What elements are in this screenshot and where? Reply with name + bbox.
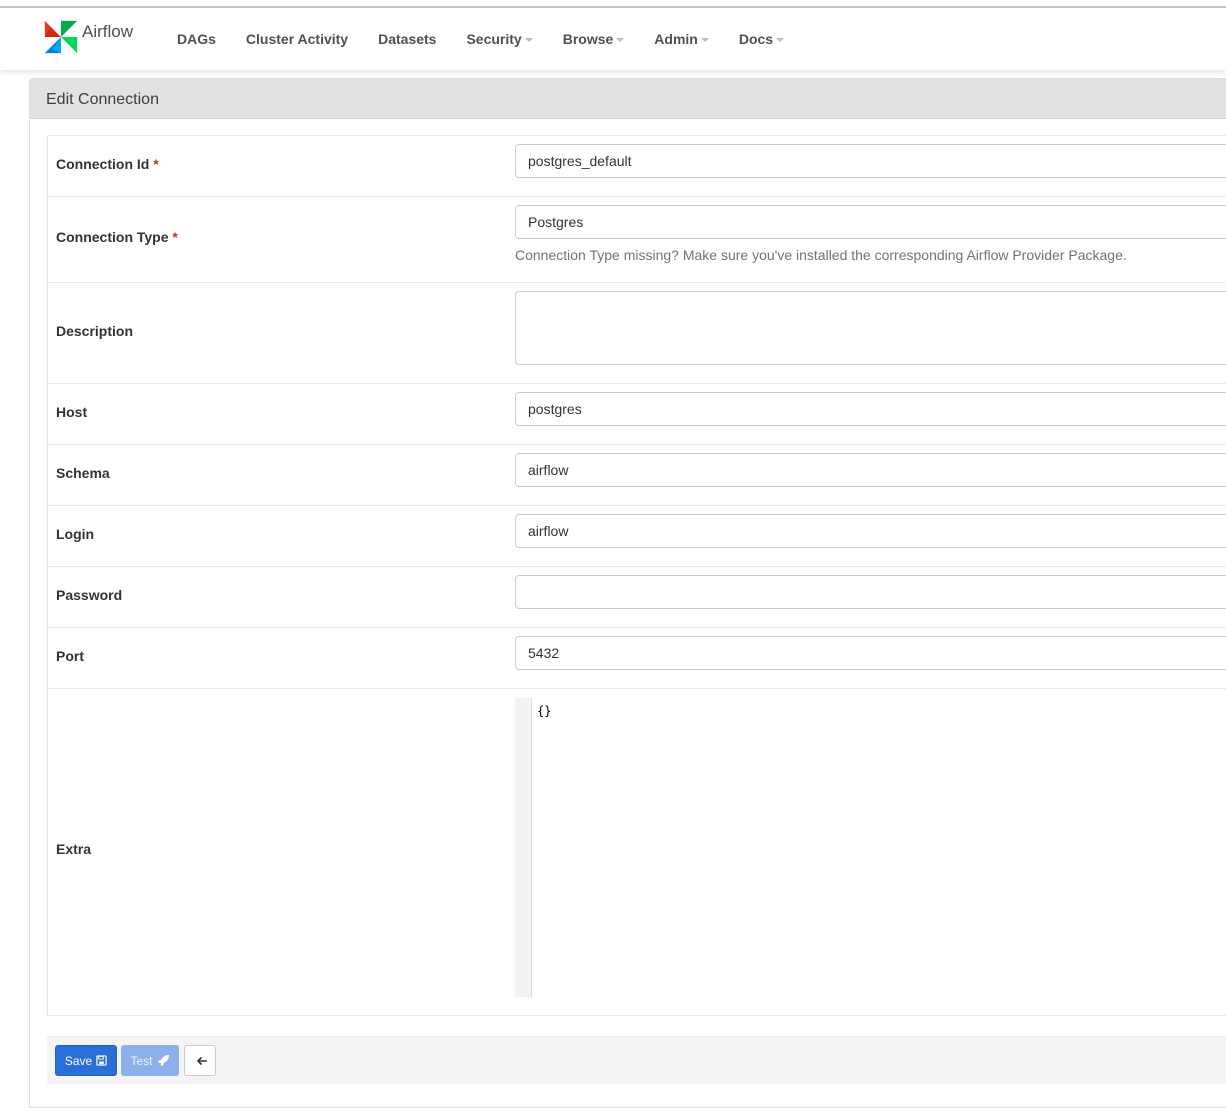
nav-docs-dropdown[interactable]: Docs bbox=[739, 31, 785, 47]
connection-id-label: Connection Id * bbox=[56, 156, 159, 172]
top-navbar: Airflow DAGs Cluster Activity Datasets S… bbox=[0, 8, 1226, 70]
panel-heading: Edit Connection bbox=[30, 79, 1226, 119]
row-connection-id: Connection Id * postgres_default bbox=[48, 136, 1226, 197]
connection-type-help: Connection Type missing? Make sure you'v… bbox=[515, 247, 1127, 263]
login-label: Login bbox=[56, 526, 95, 542]
schema-input[interactable]: airflow bbox=[515, 453, 1226, 487]
host-input[interactable]: postgres bbox=[515, 392, 1226, 426]
save-floppy-icon bbox=[96, 1055, 107, 1066]
brand-name: Airflow bbox=[82, 22, 134, 41]
description-label: Description bbox=[56, 323, 134, 339]
nav-security-dropdown[interactable]: Security bbox=[466, 31, 533, 47]
connection-type-select[interactable]: Postgres bbox=[515, 205, 1226, 239]
rocket-icon bbox=[157, 1054, 169, 1067]
edit-connection-panel: Edit Connection Connection Id * postgres… bbox=[29, 78, 1226, 1108]
row-schema: Schema airflow bbox=[48, 445, 1226, 506]
main-nav: DAGs Cluster Activity Datasets Security … bbox=[177, 8, 814, 70]
form-actions-bar: Save Test bbox=[47, 1036, 1226, 1084]
nav-cluster-activity[interactable]: Cluster Activity bbox=[246, 31, 348, 47]
extra-code-editor[interactable]: {} bbox=[515, 698, 1226, 997]
caret-down-icon bbox=[524, 38, 533, 42]
password-input[interactable] bbox=[515, 575, 1226, 609]
test-button[interactable]: Test bbox=[121, 1045, 179, 1076]
nav-admin-dropdown[interactable]: Admin bbox=[654, 31, 709, 47]
extra-label: Extra bbox=[56, 841, 92, 857]
row-password: Password bbox=[48, 567, 1226, 628]
connection-type-label: Connection Type * bbox=[56, 229, 178, 245]
extra-json-code: {} bbox=[537, 704, 552, 718]
schema-label: Schema bbox=[56, 465, 110, 481]
description-textarea[interactable] bbox=[515, 291, 1226, 365]
host-label: Host bbox=[56, 404, 88, 420]
caret-down-icon bbox=[616, 38, 625, 42]
row-description: Description bbox=[48, 283, 1226, 384]
nav-datasets[interactable]: Datasets bbox=[378, 31, 436, 47]
arrow-left-icon bbox=[196, 1056, 207, 1065]
required-marker: * bbox=[153, 156, 159, 172]
row-connection-type: Connection Type * Postgres Connection Ty… bbox=[48, 197, 1226, 283]
panel-title: Edit Connection bbox=[46, 91, 159, 108]
caret-down-icon bbox=[700, 38, 709, 42]
row-port: Port 5432 bbox=[48, 628, 1226, 689]
caret-down-icon bbox=[776, 38, 785, 42]
password-label: Password bbox=[56, 587, 123, 603]
editor-gutter bbox=[515, 698, 532, 997]
back-button[interactable] bbox=[184, 1045, 216, 1076]
nav-browse-dropdown[interactable]: Browse bbox=[563, 31, 625, 47]
required-marker: * bbox=[172, 229, 178, 245]
row-host: Host postgres bbox=[48, 384, 1226, 445]
connection-form: Connection Id * postgres_default Connect… bbox=[47, 135, 1226, 1016]
row-extra: Extra {} bbox=[48, 689, 1226, 1015]
nav-dags[interactable]: DAGs bbox=[177, 31, 216, 47]
login-input[interactable]: airflow bbox=[515, 514, 1226, 548]
brand-logo-link[interactable]: Airflow bbox=[42, 17, 133, 57]
save-button[interactable]: Save bbox=[55, 1045, 117, 1076]
connection-id-input[interactable]: postgres_default bbox=[515, 144, 1226, 178]
airflow-pinwheel-icon bbox=[44, 20, 78, 54]
port-label: Port bbox=[56, 648, 84, 664]
row-login: Login airflow bbox=[48, 506, 1226, 567]
port-input[interactable]: 5432 bbox=[515, 636, 1226, 670]
